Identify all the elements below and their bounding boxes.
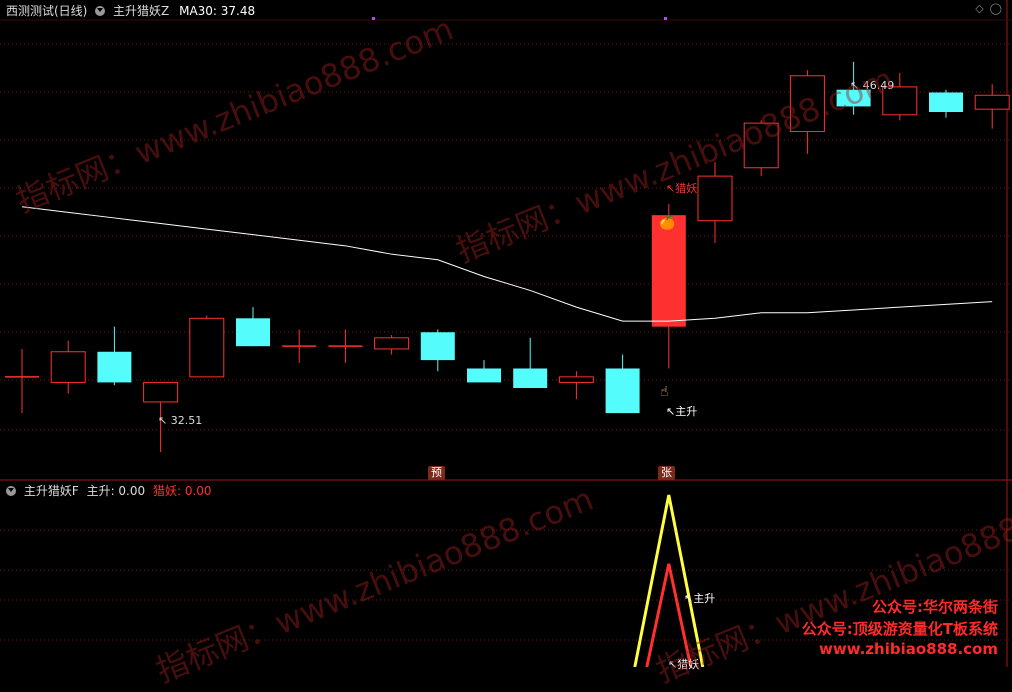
candle-body bbox=[974, 94, 1010, 110]
candle-body bbox=[420, 332, 455, 361]
candle-body bbox=[651, 215, 686, 327]
signal-zhang-marker: 张 bbox=[658, 466, 675, 480]
candle-body bbox=[697, 175, 733, 222]
candle-body bbox=[374, 337, 410, 350]
candle-body bbox=[97, 351, 132, 383]
promo-line-1: 公众号:华尔两条街 bbox=[872, 598, 998, 616]
ma30-line bbox=[21, 206, 993, 322]
high-price-label: ↖ 46.49 bbox=[850, 79, 895, 92]
candle-body bbox=[558, 376, 594, 383]
candle-body bbox=[605, 368, 640, 414]
candle-body bbox=[836, 89, 871, 107]
candle-body bbox=[189, 317, 225, 378]
marker-dot bbox=[372, 17, 375, 20]
candle-body bbox=[50, 351, 86, 383]
lower-lieyao-label: ↖猎妖 bbox=[668, 658, 700, 671]
candle-body bbox=[236, 318, 270, 347]
low-price-label: ↖ 32.51 bbox=[158, 414, 203, 427]
candlestick-chart[interactable] bbox=[0, 0, 1012, 667]
candle-body bbox=[143, 381, 179, 403]
pointer-hand-icon: ☝ bbox=[660, 384, 669, 400]
zhusheng-signal-line bbox=[633, 494, 705, 667]
lieyao-signal-label: ↖猎妖 bbox=[666, 182, 698, 195]
promo-line-2: 公众号:顶级游资量化T板系统 bbox=[801, 620, 998, 638]
tangerine-icon: 🍊 bbox=[659, 216, 676, 231]
candle-body bbox=[929, 92, 963, 112]
candle-body bbox=[513, 368, 548, 388]
candle-body bbox=[789, 75, 825, 133]
candle-body bbox=[743, 122, 779, 169]
candle-body bbox=[467, 368, 501, 383]
signal-yu-marker: 预 bbox=[428, 466, 445, 480]
marker-dot bbox=[664, 17, 667, 20]
lower-zhusheng-label: ↖主升 bbox=[684, 592, 716, 605]
promo-line-3: www.zhibiao888.com bbox=[818, 640, 998, 658]
zhusheng-signal-label: ↖主升 bbox=[666, 405, 698, 418]
